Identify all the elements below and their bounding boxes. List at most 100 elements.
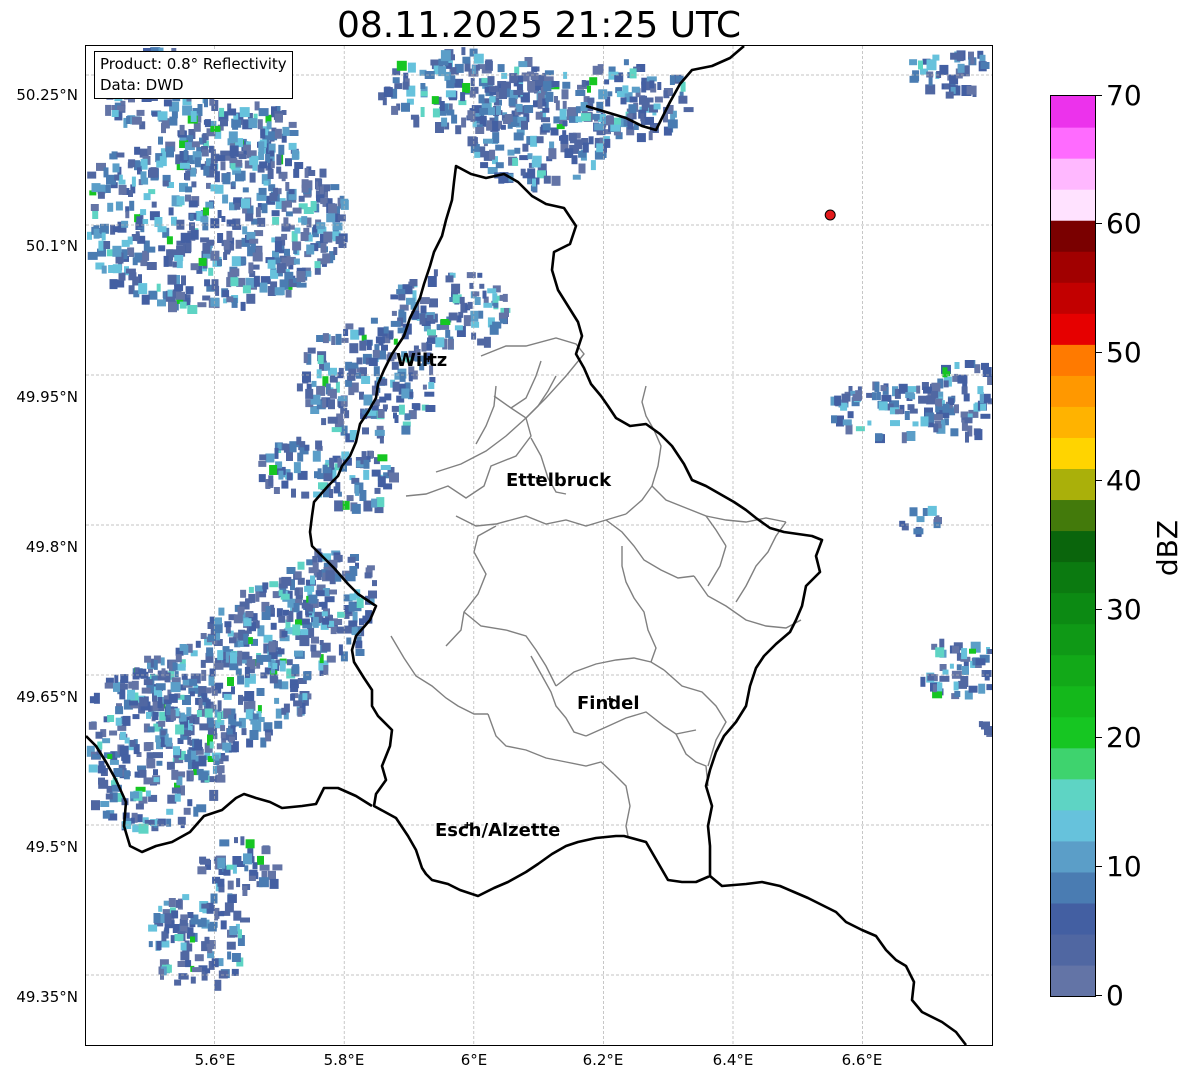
radar-pixel [448,103,453,110]
radar-pixel [189,678,198,686]
radar-pixel [222,742,232,751]
radar-pixel [401,102,410,112]
radar-pixel [391,310,397,316]
radar-pixel [214,979,222,991]
radar-pixel [294,227,301,234]
radar-pixel [419,313,426,325]
radar-pixel [229,158,238,164]
radar-pixel [923,386,932,394]
radar-pixel [307,347,316,354]
radar-pixel [238,694,243,705]
radar-pixel [160,730,166,736]
radar-pixel [322,333,329,344]
radar-pixel [587,85,591,93]
radar-pixel [229,926,238,935]
radar-pixel [293,603,300,612]
radar-pixel [926,59,937,71]
radar-pixel [174,255,184,261]
radar-pixel [355,649,365,656]
radar-pixel [230,652,237,664]
radar-pixel [939,638,945,648]
lon-tick-label: 5.6°E [194,1051,236,1069]
radar-pixel [308,594,318,604]
radar-pixel [954,691,961,697]
radar-pixel [183,644,189,655]
radar-pixel [316,369,322,379]
colorbar-swatch [1051,964,1095,996]
radar-pixel [302,693,308,701]
radar-pixel [228,131,238,143]
radar-pixel [258,187,267,195]
radar-pixel [258,141,265,153]
radar-pixel [174,934,184,941]
radar-pixel [683,107,694,113]
radar-pixel [906,431,916,441]
radar-pixel [657,82,662,90]
radar-pixel [107,715,115,722]
radar-pixel [226,296,234,303]
city-markers [425,356,613,828]
radar-pixel [260,128,266,139]
radar-pixel [447,339,454,350]
radar-pixel [945,91,954,99]
radar-pixel [256,662,261,669]
radar-pixel [114,674,119,684]
radar-pixel [425,405,436,412]
radar-pixel [328,399,335,410]
radar-pixel [213,623,223,634]
colorbar-swatch [1051,747,1095,780]
radar-pixel [105,793,113,800]
radar-pixel [925,84,936,95]
radar-pixel [410,114,419,120]
marker-dot [824,209,836,221]
radar-pixel [381,344,388,351]
radar-map[interactable] [85,45,993,1046]
radar-pixel [198,698,203,709]
radar-pixel [325,570,335,581]
radar-pixel [177,961,186,967]
radar-pixel [316,222,326,230]
radar-pixel [543,81,552,92]
radar-pixel [331,427,342,433]
radar-pixel [436,324,441,331]
radar-pixel [292,241,302,251]
radar-pixel [234,837,238,844]
radar-pixel [171,787,181,794]
radar-pixel [185,186,193,193]
radar-pixel [942,403,950,413]
lat-tick-label: 49.5°N [25,838,78,856]
radar-pixel [474,297,481,305]
radar-pixel [249,157,259,166]
radar-pixel [180,942,187,951]
radar-pixel [305,388,314,399]
radar-pixel [329,489,334,498]
radar-pixel [257,855,264,865]
radar-pixel [243,633,249,645]
radar-pixel [394,83,403,90]
radar-pixel [331,336,336,345]
colorbar-swatch [1051,840,1095,873]
radar-pixel [272,663,278,669]
radar-pixel [89,696,98,704]
radar-pixel [667,119,678,129]
radar-pixel [272,591,280,599]
radar-pixel [517,75,524,83]
radar-pixel [555,100,560,111]
radar-pixel [217,857,226,869]
radar-pixel [867,420,872,426]
radar-pixel [431,96,439,105]
product-info-box: Product: 0.8° Reflectivity Data: DWD [94,51,293,99]
radar-pixel [513,90,524,95]
radar-pixel [842,419,852,426]
radar-pixel [636,133,646,143]
radar-pixel [185,170,191,181]
radar-pixel [220,732,226,739]
radar-pixel [488,107,495,116]
radar-pixel [326,655,336,663]
canton-border [625,385,662,515]
radar-pixel [355,640,363,649]
radar-pixel [115,706,124,715]
radar-pixel [306,217,312,228]
radar-pixel [383,326,389,334]
radar-pixel [323,665,329,675]
